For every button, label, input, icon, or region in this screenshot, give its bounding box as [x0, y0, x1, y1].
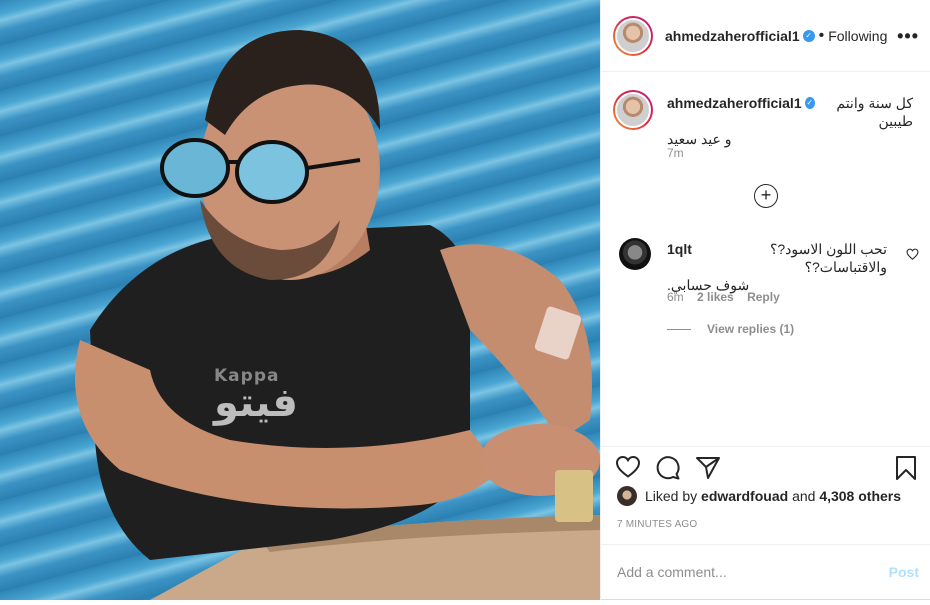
bookmark-icon[interactable] [895, 455, 917, 481]
likes-prefix: Liked by [645, 488, 698, 504]
comment-meta: 6m 2 likes Reply [667, 290, 790, 304]
post-sidebar: ahmedzaherofficial1 ✓ • Following ••• ah… [600, 0, 930, 600]
view-replies-label: View replies (1) [707, 322, 795, 336]
comment-icon[interactable] [655, 455, 681, 481]
commenter-username[interactable]: 1qlt [667, 240, 692, 276]
post-timestamp[interactable]: 7 MINUTES AGO [617, 519, 697, 530]
comment-like-heart-icon[interactable] [906, 248, 919, 260]
caption-time: 7m [667, 146, 684, 160]
caption-verified-icon: ✓ [804, 97, 815, 109]
caption-avatar[interactable] [613, 90, 653, 130]
liker-username[interactable]: edwardfouad [701, 488, 788, 504]
photo-illustration [75, 30, 600, 600]
comment-reply-button[interactable]: Reply [747, 290, 780, 304]
more-options-icon[interactable]: ••• [897, 26, 919, 47]
commenter-avatar[interactable] [619, 238, 651, 270]
post-header: ahmedzaherofficial1 ✓ • Following ••• [601, 0, 930, 72]
caption-line-2: و عيد سعيد [667, 131, 732, 147]
following-button[interactable]: Following [828, 28, 887, 44]
photo-watermark: Kappa فيتو [214, 366, 298, 426]
author-avatar[interactable] [613, 15, 653, 56]
replies-divider [667, 328, 691, 330]
likes-and: and [792, 488, 816, 504]
liker-avatar[interactable] [617, 486, 637, 506]
comment-time: 6m [667, 290, 684, 304]
comment-likes-link[interactable]: 2 likes [697, 290, 734, 304]
likes-others-link[interactable]: 4,308 others [819, 488, 901, 504]
add-comment-form: Post [601, 544, 930, 600]
heart-icon[interactable] [615, 455, 641, 479]
post-photo[interactable]: Kappa فيتو [0, 0, 600, 600]
caption-line-1: كل سنة وانتم طيبين [836, 95, 913, 129]
comments-section: ahmedzaherofficial1 ✓ كل سنة وانتم طيبين… [601, 72, 930, 442]
share-icon[interactable] [695, 455, 721, 481]
caption-username[interactable]: ahmedzaherofficial1 [667, 94, 802, 130]
comment-line-1: تحب اللون الاسود?؟ والاقتباسات?؟ [769, 241, 887, 275]
instagram-post: Kappa فيتو ahmedzaherofficial1 ✓ • Follo… [0, 0, 930, 600]
comment-input[interactable] [617, 559, 877, 585]
author-username[interactable]: ahmedzaherofficial1 [665, 28, 800, 44]
watermark-text: فيتو [214, 380, 298, 426]
post-actions-bar [601, 446, 930, 486]
likes-summary: Liked by edwardfouad and 4,308 others [617, 486, 901, 506]
verified-badge-icon: ✓ [802, 29, 815, 42]
view-replies-button[interactable]: View replies (1) [667, 322, 794, 336]
comment-body: 1qlt تحب اللون الاسود?؟ والاقتباسات?؟ شو… [667, 240, 887, 294]
header-info: ahmedzaherofficial1 ✓ • Following [665, 27, 887, 45]
caption-text: ahmedzaherofficial1 ✓ كل سنة وانتم طيبين… [667, 94, 913, 148]
post-comment-button[interactable]: Post [889, 564, 919, 580]
load-more-comments-button[interactable]: + [754, 184, 778, 208]
header-separator: • [818, 26, 825, 44]
